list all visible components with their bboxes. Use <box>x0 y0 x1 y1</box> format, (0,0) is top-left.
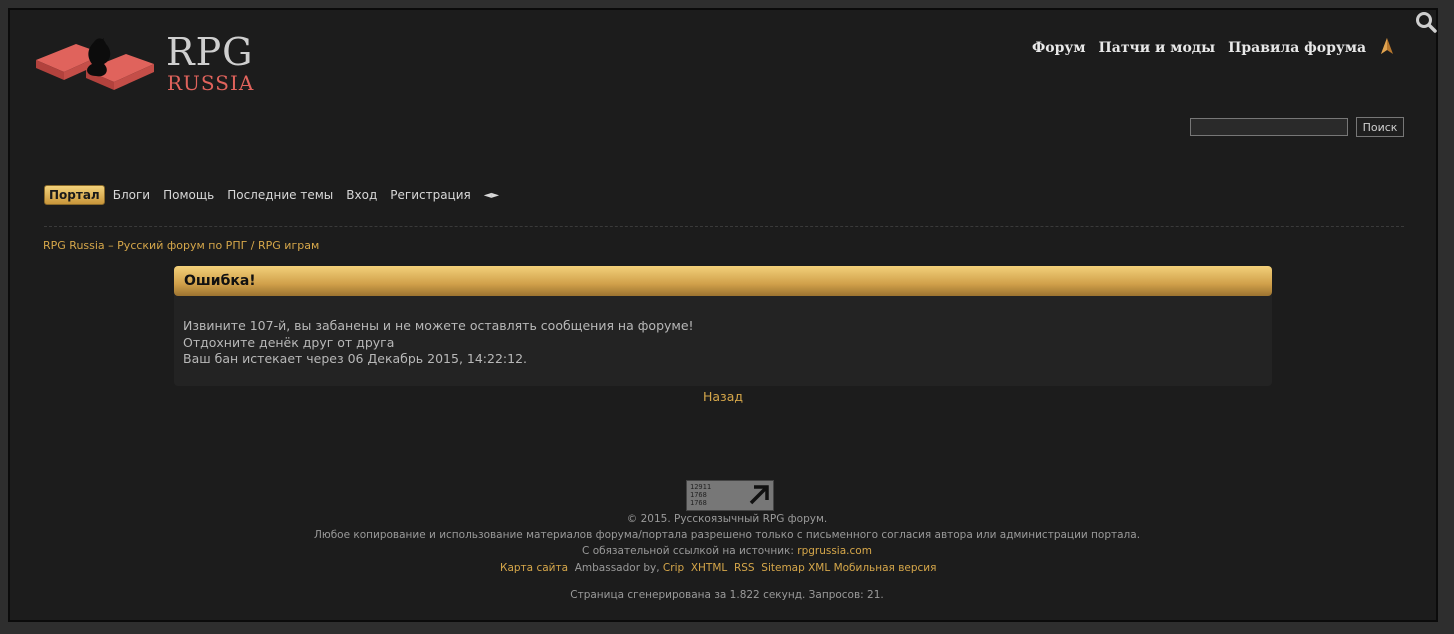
visitor-counter[interactable]: 12911 1768 1768 <box>686 480 774 511</box>
menu-item-portal[interactable]: Портал <box>44 185 105 205</box>
top-nav-rules[interactable]: Правила форума <box>1228 40 1366 56</box>
footer-mobile-link[interactable]: Мобильная версия <box>834 562 937 574</box>
error-line-1: Извините 107-й, вы забанены и не можете … <box>183 318 694 333</box>
logo-title-top: RPG <box>166 30 254 74</box>
arrow-up-icon[interactable] <box>1380 37 1394 55</box>
footer-copyright: © 2015. Русскоязычный RPG форум. <box>626 513 828 525</box>
error-message: Извините 107-й, вы забанены и не можете … <box>174 296 1272 368</box>
menu-item-register[interactable]: Регистрация <box>390 188 470 202</box>
menu-divider <box>44 226 1404 227</box>
back-link[interactable]: Назад <box>703 389 743 404</box>
search-button[interactable]: Поиск <box>1356 117 1404 137</box>
search-input[interactable] <box>1190 118 1348 136</box>
footer-notice: Любое копирование и использование матери… <box>313 529 1141 541</box>
footer-sitemap-xml-link[interactable]: Sitemap XML <box>761 562 830 574</box>
error-line-2: Отдохните денёк друг от друга <box>183 334 395 350</box>
footer-links: Карта сайта Ambassador by, Crip XHTML RS… <box>500 562 936 574</box>
top-nav: Форум Патчи и моды Правила форума <box>1032 40 1366 56</box>
error-title: Ошибка! <box>174 266 1272 296</box>
footer-source-prefix: С обязательной ссылкой на источник: <box>582 545 794 557</box>
error-panel: Ошибка! Извините 107-й, вы забанены и не… <box>174 266 1272 386</box>
main-menu: Портал Блоги Помощь Последние темы Вход … <box>44 185 499 205</box>
breadcrumb[interactable]: RPG Russia – Русский форум по РПГ / RPG … <box>43 239 319 252</box>
top-nav-patches[interactable]: Патчи и моды <box>1099 40 1216 56</box>
footer-source: С обязательной ссылкой на источник: rpgr… <box>0 545 1454 557</box>
footer-xhtml-link[interactable]: XHTML <box>691 562 727 574</box>
logo-title-bottom: RUSSIA <box>167 71 255 95</box>
error-line-3: Ваш бан истекает через 06 Декабрь 2015, … <box>183 351 528 366</box>
footer-sitemap-link[interactable]: Карта сайта <box>500 562 568 574</box>
counter-values: 12911 1768 1768 <box>690 483 712 507</box>
menu-item-recent-topics[interactable]: Последние темы <box>227 188 333 202</box>
menu-item-blogs[interactable]: Блоги <box>113 188 150 202</box>
footer-generated: Страница сгенерирована за 1.822 секунд. … <box>570 589 884 601</box>
menu-item-login[interactable]: Вход <box>346 188 377 202</box>
menu-arrows-icon[interactable]: ◄► <box>484 190 499 201</box>
footer-ambassador: Ambassador by, <box>574 562 660 574</box>
search-icon[interactable] <box>1414 10 1438 34</box>
footer-crip-link[interactable]: Crip <box>663 562 684 574</box>
top-nav-forum[interactable]: Форум <box>1032 40 1086 56</box>
counter-arrow-icon <box>749 485 769 505</box>
menu-item-help[interactable]: Помощь <box>163 188 214 202</box>
footer-source-link[interactable]: rpgrussia.com <box>797 545 872 557</box>
footer-rss-link[interactable]: RSS <box>734 562 755 574</box>
